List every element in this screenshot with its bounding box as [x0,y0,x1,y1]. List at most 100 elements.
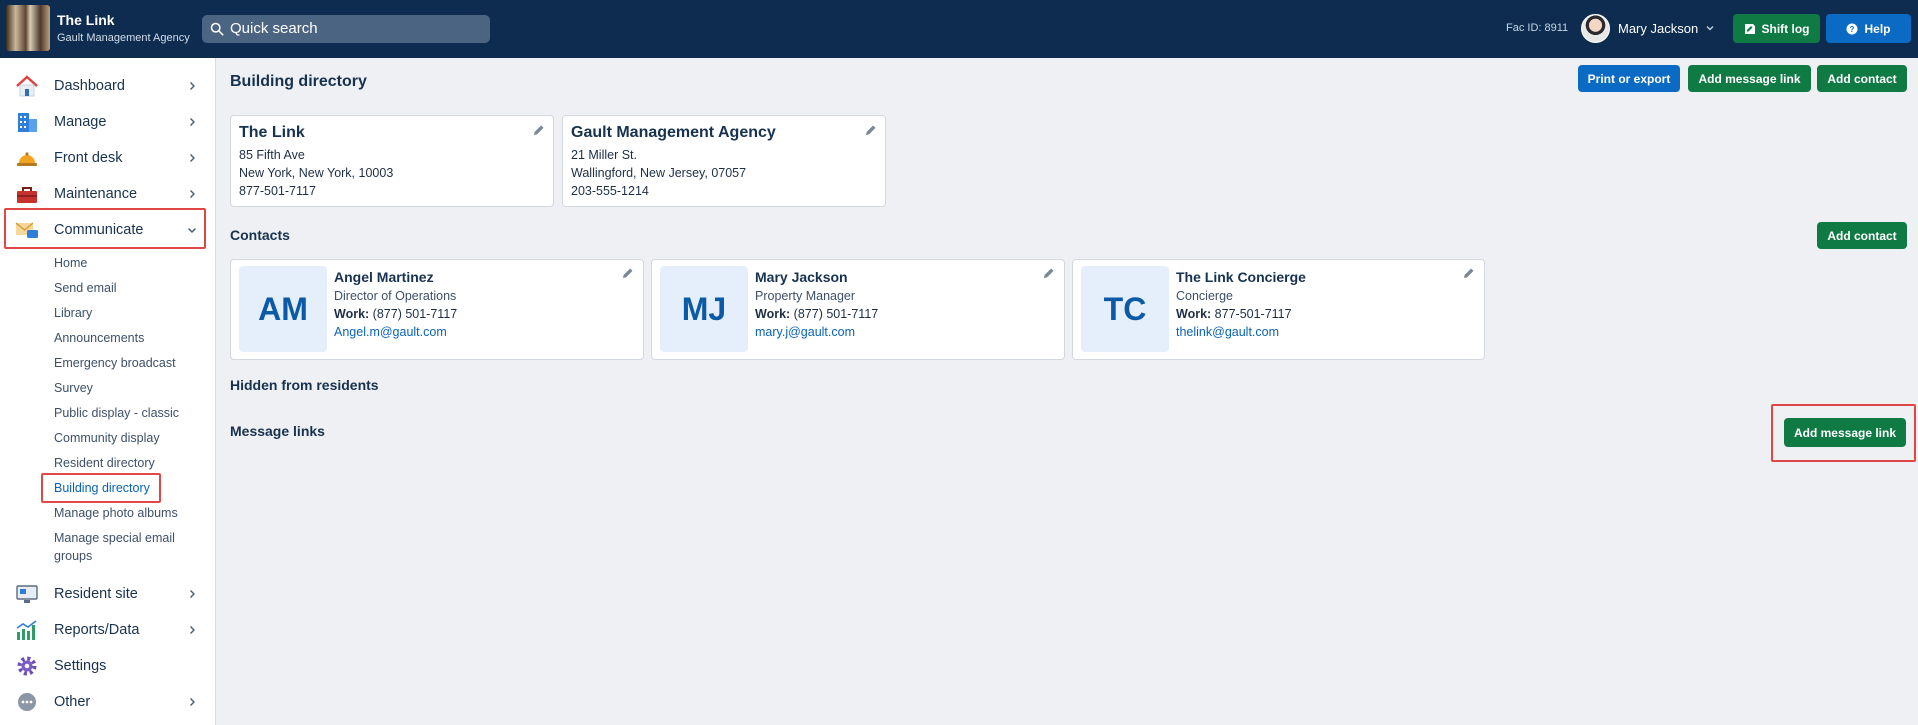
sidebar-item-settings[interactable]: Settings [0,650,216,682]
sub-item-community-display[interactable]: Community display [54,431,160,445]
hidden-from-residents-heading: Hidden from residents [230,377,379,393]
gear-icon [17,656,37,676]
sidebar-item-label: Other [54,694,91,710]
sidebar-item-label: Manage [54,114,107,130]
contact-name: The Link Concierge [1176,269,1306,285]
sidebar-item-label: Front desk [54,150,123,166]
chevron-right-icon [190,590,195,598]
contact-work: Work: (877) 501-7117 [334,307,457,321]
sidebar-item-manage[interactable]: Manage [0,106,216,138]
bell-icon [17,152,37,166]
pencil-icon[interactable] [1463,267,1475,279]
highlight-communicate [4,208,206,249]
contact-email-link[interactable]: Angel.m@gault.com [334,325,447,339]
sidebar-item-label: Reports/Data [54,622,140,638]
sidebar-item-label: Resident site [54,586,138,602]
question-icon: ? [1846,23,1858,34]
user-menu[interactable]: Mary Jackson [1618,21,1698,36]
pencil-icon[interactable] [622,267,634,279]
sidebar: Dashboard Manage Front desk Maintenance [0,58,216,725]
more-icon [18,693,36,711]
building-logo[interactable] [6,5,50,51]
highlight-add-message-link [1771,404,1916,462]
pencil-icon[interactable] [1043,267,1055,279]
contact-role: Concierge [1176,289,1233,303]
chevron-right-icon [190,82,195,90]
sidebar-item-other[interactable]: Other [0,686,216,718]
help-button[interactable]: ? Help [1826,14,1911,43]
pencil-icon[interactable] [865,124,877,136]
add-contact-button-secondary[interactable]: Add contact [1817,222,1907,249]
add-contact-button[interactable]: Add contact [1817,65,1907,92]
work-label: Work: [1176,307,1212,321]
contact-email-link[interactable]: thelink@gault.com [1176,325,1279,339]
chevron-right-icon [190,190,195,198]
contact-email-link[interactable]: mary.j@gault.com [755,325,855,339]
add-message-link-button[interactable]: Add message link [1688,65,1811,92]
building-city: Wallingford, New Jersey, 07057 [571,166,747,180]
app-subtitle: Gault Management Agency [57,32,190,44]
sub-item-home[interactable]: Home [54,256,87,270]
fac-id: Fac ID: 8911 [1506,22,1569,34]
house-icon [16,75,38,97]
sidebar-item-maintenance[interactable]: Maintenance [0,178,216,210]
chart-icon [16,620,37,640]
sidebar-item-label: Settings [54,658,107,674]
sub-item-library[interactable]: Library [54,306,92,320]
sub-item-manage-special-email-groups-cont[interactable]: groups [54,549,92,563]
work-phone: 877-501-7117 [1214,307,1292,321]
sub-item-send-email[interactable]: Send email [54,281,117,295]
sub-item-emergency-broadcast[interactable]: Emergency broadcast [54,356,176,370]
sub-item-survey[interactable]: Survey [54,381,93,395]
contact-card: MJ Mary Jackson Property Manager Work: (… [651,259,1065,360]
sub-item-manage-photo-albums[interactable]: Manage photo albums [54,506,178,520]
note-icon [1744,23,1755,34]
chevron-right-icon [190,154,195,162]
sidebar-item-resident-site[interactable]: Resident site [0,578,216,610]
building-address: 21 Miller St. [571,148,637,162]
chevron-right-icon [190,118,195,126]
print-export-button[interactable]: Print or export [1578,65,1680,92]
building-phone: 877-501-7117 [239,184,316,198]
app-title: The Link [57,12,115,28]
work-phone: (877) 501-7117 [793,307,879,321]
contact-work: Work: 877-501-7117 [1176,307,1292,321]
sidebar-item-reports-data[interactable]: Reports/Data [0,614,216,646]
help-label: Help [1864,21,1891,36]
building-icon [18,113,37,132]
chevron-right-icon [190,698,195,706]
shift-log-button[interactable]: Shift log [1733,14,1820,43]
sidebar-item-dashboard[interactable]: Dashboard [0,70,216,102]
building-address: 85 Fifth Ave [239,148,305,162]
sidebar-item-front-desk[interactable]: Front desk [0,142,216,174]
toolbox-icon [17,187,37,203]
chevron-down-icon[interactable] [1705,23,1715,33]
sidebar-item-label: Dashboard [54,78,125,94]
contact-name: Angel Martinez [334,269,434,285]
add-contact-label: Add contact [1827,228,1897,243]
avatar[interactable] [1581,14,1610,43]
pencil-icon[interactable] [533,124,545,136]
chevron-right-icon [190,626,195,634]
building-name: The Link [239,124,305,141]
add-message-link-label: Add message link [1698,71,1801,86]
building-city: New York, New York, 10003 [239,166,394,180]
work-phone: (877) 501-7117 [372,307,458,321]
sub-item-manage-special-email-groups[interactable]: Manage special email [54,531,175,545]
sub-item-announcements[interactable]: Announcements [54,331,144,345]
search-placeholder: Quick search [230,20,318,37]
page-title: Building directory [230,73,367,90]
contact-role: Director of Operations [334,289,457,303]
contact-name: Mary Jackson [755,269,848,285]
svg-text:?: ? [1850,25,1855,34]
search-input[interactable]: Quick search [202,15,490,43]
sub-item-public-display-classic[interactable]: Public display - classic [54,406,179,420]
print-export-label: Print or export [1587,71,1671,86]
sub-item-resident-directory[interactable]: Resident directory [54,456,155,470]
add-contact-label: Add contact [1827,71,1897,86]
message-links-heading: Message links [230,423,325,439]
work-label: Work: [755,307,791,321]
contact-work: Work: (877) 501-7117 [755,307,878,321]
building-card: The Link 85 Fifth Ave New York, New York… [230,115,554,207]
building-card: Gault Management Agency 21 Miller St. Wa… [562,115,886,207]
